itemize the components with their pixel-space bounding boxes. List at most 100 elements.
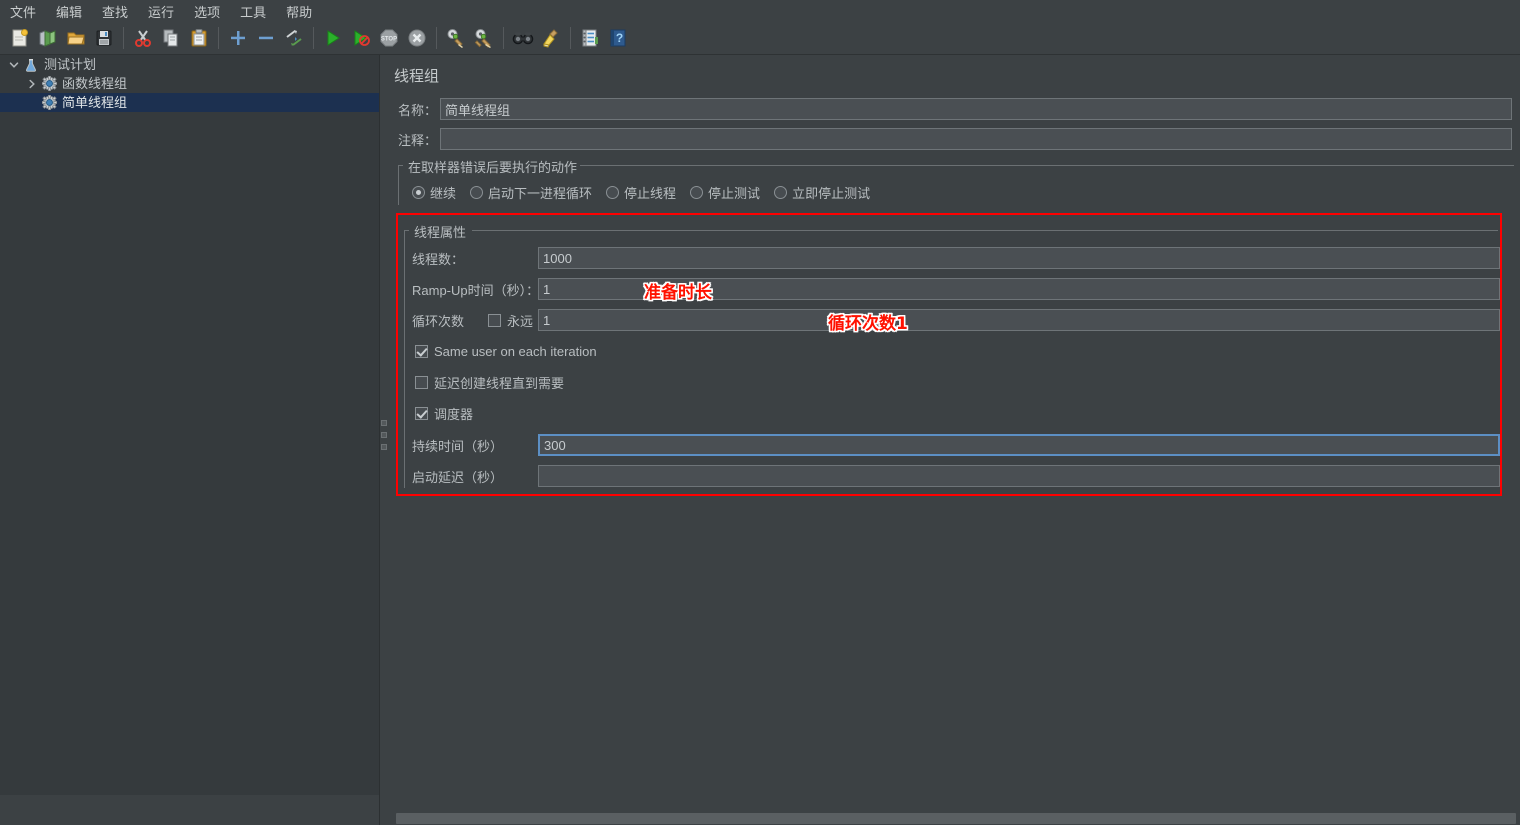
error-action-radio-group: 继续 启动下一进程循环 停止线程 停止测试 立即停止测试 (412, 183, 884, 202)
radio-stop-test-now[interactable]: 立即停止测试 (774, 183, 870, 202)
test-plan-icon (22, 57, 40, 73)
detail-horizontal-scrollbar[interactable] (388, 812, 1520, 825)
collapse-all-icon[interactable] (253, 25, 279, 51)
tree-node-label: 测试计划 (44, 57, 97, 72)
menu-bar: 文件 编辑 查找 运行 选项 工具 帮助 (0, 0, 1520, 22)
delayed-start-label: 延迟创建线程直到需要 (434, 375, 565, 391)
tree-node-thread-group-2[interactable]: 简单线程组 (0, 93, 380, 112)
same-user-checkbox[interactable]: Same user on each iteration (415, 344, 597, 359)
toolbar-separator (436, 27, 437, 49)
error-action-group-title: 在取样器错误后要执行的动作 (405, 157, 581, 176)
thread-group-icon (40, 76, 58, 92)
radio-stop-test[interactable]: 停止测试 (690, 183, 760, 202)
save-icon[interactable] (91, 25, 117, 51)
clear-all-icon[interactable] (471, 25, 497, 51)
group-border-left (398, 165, 399, 205)
scheduler-checkbox[interactable]: 调度器 (415, 404, 473, 423)
test-plan-tree[interactable]: 测试计划函数线程组 简单线程组 (0, 55, 380, 795)
checkbox-indicator (415, 375, 428, 389)
open-icon[interactable] (63, 25, 89, 51)
comment-label: 注释： (398, 132, 438, 148)
shutdown-icon[interactable] (404, 25, 430, 51)
thread-count-input[interactable] (538, 247, 1500, 269)
radio-indicator (412, 186, 425, 199)
startup-delay-input[interactable] (538, 465, 1500, 487)
toolbar: STOP ? (0, 22, 1520, 55)
new-icon[interactable] (7, 25, 33, 51)
radio-start-next-loop[interactable]: 启动下一进程循环 (470, 183, 592, 202)
forever-checkbox[interactable]: 永远 (488, 311, 538, 330)
start-no-pause-icon[interactable] (348, 25, 374, 51)
group-border-left (404, 230, 405, 488)
startup-delay-label: 启动延迟（秒） (412, 469, 504, 485)
page-title: 线程组 (394, 68, 440, 85)
scheduler-label: 调度器 (434, 406, 474, 422)
clear-icon[interactable] (443, 25, 469, 51)
annotation-rampup: 准备时长 (644, 283, 712, 303)
tree-toggle-spacer (24, 95, 40, 111)
delayed-start-row: 延迟创建线程直到需要 (415, 371, 564, 393)
radio-indicator (774, 186, 788, 199)
panel-splitter[interactable] (380, 55, 388, 795)
duration-input[interactable] (538, 434, 1500, 456)
tree-node-test-plan[interactable]: 测试计划 (0, 55, 380, 74)
radio-indicator (606, 186, 620, 199)
thread-properties-group-title: 线程属性 (411, 222, 470, 241)
toolbar-separator (570, 27, 571, 49)
same-user-label: Same user on each iteration (434, 343, 597, 359)
paste-icon[interactable] (186, 25, 212, 51)
chevron-down-icon[interactable] (6, 57, 22, 73)
toolbar-separator (218, 27, 219, 49)
svg-text:STOP: STOP (381, 37, 397, 43)
toolbar-separator (123, 27, 124, 49)
chevron-right-icon[interactable] (24, 76, 40, 92)
delayed-start-checkbox[interactable]: 延迟创建线程直到需要 (415, 373, 564, 392)
start-icon[interactable] (320, 25, 346, 51)
checkbox-indicator (415, 344, 428, 358)
radio-continue[interactable]: 继续 (412, 183, 456, 202)
scrollbar-thumb[interactable] (396, 813, 1516, 824)
name-label: 名称： (398, 102, 438, 118)
splitter-grip-dot (381, 432, 387, 438)
tree-bottom-filler (0, 795, 379, 825)
menu-run[interactable]: 运行 (139, 0, 183, 23)
menu-options[interactable]: 选项 (185, 0, 229, 23)
duration-label: 持续时间（秒） (412, 438, 504, 454)
toolbar-separator (503, 27, 504, 49)
radio-label: 立即停止测试 (792, 186, 871, 201)
thread-group-icon (40, 95, 58, 111)
stop-icon[interactable]: STOP (376, 25, 402, 51)
tree-node-thread-group-1[interactable]: 函数线程组 (0, 74, 380, 93)
scheduler-row: 调度器 (415, 402, 473, 424)
group-border-right-top (568, 165, 1514, 166)
thread-count-label: 线程数： (412, 251, 465, 267)
expand-all-icon[interactable] (225, 25, 251, 51)
copy-icon[interactable] (158, 25, 184, 51)
radio-indicator (470, 186, 484, 199)
toggle-icon[interactable] (281, 25, 307, 51)
cut-icon[interactable] (130, 25, 156, 51)
function-helper-icon[interactable] (577, 25, 603, 51)
search-reset-icon[interactable] (538, 25, 564, 51)
splitter-grip[interactable] (381, 420, 387, 450)
templates-icon[interactable] (35, 25, 61, 51)
toolbar-separator (313, 27, 314, 49)
help-icon[interactable]: ? (605, 25, 631, 51)
annotation-loops: 循环次数1 (828, 314, 908, 334)
menu-edit[interactable]: 编辑 (47, 0, 91, 23)
name-input[interactable] (440, 98, 1512, 120)
group-border-right-top (472, 230, 1498, 231)
radio-stop-thread[interactable]: 停止线程 (606, 183, 676, 202)
checkbox-indicator (488, 313, 501, 327)
menu-tools[interactable]: 工具 (231, 0, 275, 23)
menu-search[interactable]: 查找 (93, 0, 137, 23)
duration-row: 持续时间（秒） (412, 434, 1504, 456)
search-icon[interactable] (510, 25, 536, 51)
comment-input[interactable] (440, 128, 1512, 150)
sampler-error-action-group: 在取样器错误后要执行的动作 继续 启动下一进程循环 停止线程 停止测试 立即停止… (398, 157, 1514, 205)
radio-label: 继续 (430, 186, 457, 201)
menu-help[interactable]: 帮助 (277, 0, 321, 23)
radio-label: 停止线程 (624, 186, 677, 201)
loop-count-input[interactable] (538, 309, 1500, 331)
menu-file[interactable]: 文件 (1, 0, 45, 23)
